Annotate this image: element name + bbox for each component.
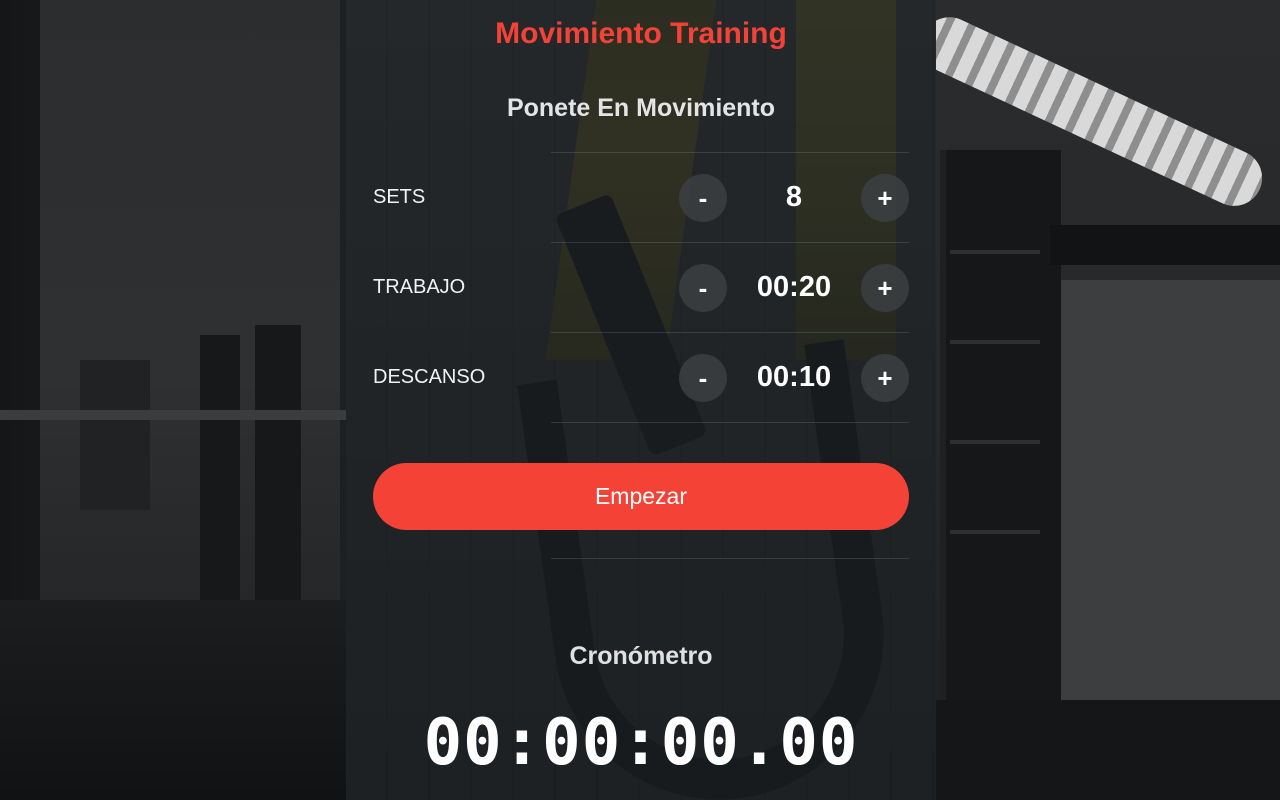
- background-shelf: [950, 440, 1040, 444]
- background-door: [255, 325, 301, 625]
- sets-value: 8: [785, 181, 803, 213]
- setting-row-rest: DESCANSO - 00:10 +: [346, 332, 936, 422]
- rest-increment-button[interactable]: +: [861, 354, 909, 402]
- setting-row-sets: SETS - 8 +: [346, 152, 936, 242]
- background-shelf: [950, 250, 1040, 254]
- divider: [551, 422, 909, 423]
- background-shelf: [950, 530, 1040, 534]
- sets-increment-button[interactable]: +: [861, 174, 909, 222]
- sets-decrement-button[interactable]: -: [679, 174, 727, 222]
- rest-label: DESCANSO: [373, 366, 486, 388]
- background-door: [200, 335, 240, 625]
- app-panel: Movimiento Training Ponete En Movimiento…: [346, 0, 936, 800]
- background-floor: [0, 600, 346, 800]
- background-shelf: [950, 340, 1040, 344]
- stopwatch-title: Cronómetro: [569, 642, 713, 670]
- background-beam: [1050, 225, 1280, 265]
- background-window: [80, 360, 150, 510]
- rest-decrement-button[interactable]: -: [679, 354, 727, 402]
- setting-row-work: TRABAJO - 00:20 +: [346, 242, 936, 332]
- background-doorway: [940, 150, 1061, 710]
- background-wall-panel: [1060, 280, 1280, 700]
- divider: [551, 558, 909, 559]
- app-title: Movimiento Training: [495, 17, 787, 50]
- rest-value: 00:10: [756, 361, 832, 393]
- work-increment-button[interactable]: +: [861, 264, 909, 312]
- work-value: 00:20: [756, 271, 832, 303]
- background-barbell: [0, 410, 346, 420]
- app-content: Movimiento Training Ponete En Movimiento…: [346, 0, 936, 800]
- work-decrement-button[interactable]: -: [679, 264, 727, 312]
- sets-label: SETS: [373, 186, 426, 208]
- work-label: TRABAJO: [373, 276, 466, 298]
- app-subtitle: Ponete En Movimiento: [506, 94, 776, 122]
- start-button[interactable]: Empezar: [373, 463, 909, 530]
- stopwatch-display: 00:00:00.00: [423, 706, 859, 780]
- background-floor: [936, 700, 1280, 800]
